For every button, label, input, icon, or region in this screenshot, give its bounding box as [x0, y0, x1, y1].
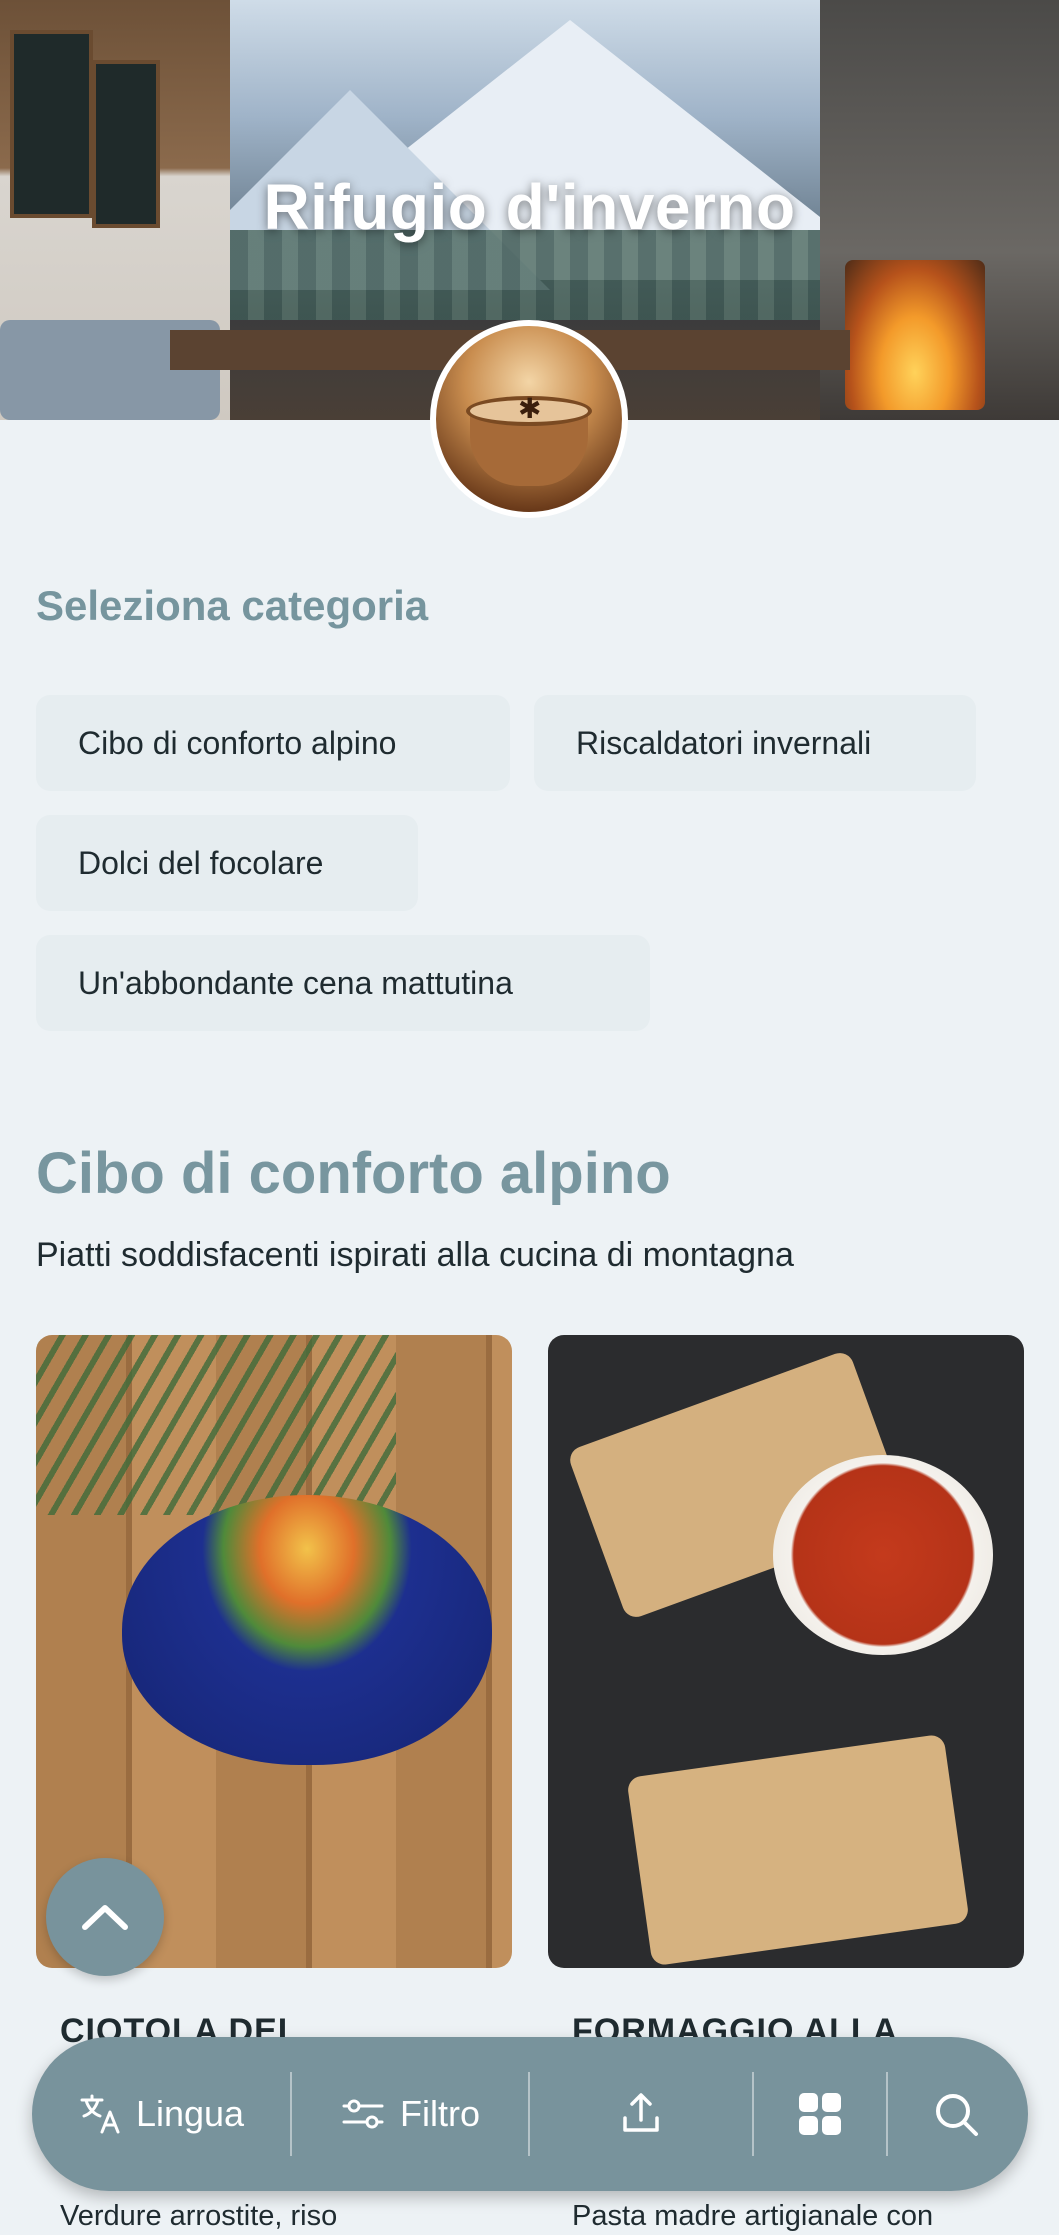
category-chip-warmers[interactable]: Riscaldatori invernali: [534, 695, 976, 791]
scroll-to-top-button[interactable]: [46, 1858, 164, 1976]
filter-button[interactable]: Filtro: [292, 2037, 528, 2191]
fireplace: [845, 260, 985, 410]
grid-view-button[interactable]: [754, 2037, 886, 2191]
vegetable-bowl-image: [122, 1495, 492, 1765]
language-label: Lingua: [135, 2093, 245, 2134]
category-subtitle: Piatti soddisfacenti ispirati alla cucin…: [36, 1236, 794, 1274]
section-heading: Seleziona categoria: [36, 582, 429, 629]
menu-item-description: Verdure arrostite, riso: [60, 2200, 338, 2232]
grid-icon: [799, 2093, 841, 2135]
category-chip-desserts[interactable]: Dolci del focolare: [36, 815, 418, 911]
share-button[interactable]: [530, 2037, 752, 2191]
filter-icon: [342, 2099, 384, 2129]
category-title: Cibo di conforto alpino: [36, 1141, 671, 1206]
menu-item-description: Pasta madre artigianale con: [572, 2200, 934, 2232]
bottom-toolbar: Lingua Filtro: [32, 2037, 1028, 2191]
filter-label: Filtro: [400, 2093, 480, 2134]
category-chip-alpine[interactable]: Cibo di conforto alpino: [36, 695, 510, 791]
menu-item-card[interactable]: [548, 1335, 1024, 1968]
star-anise-icon: ✱: [518, 393, 542, 424]
pine-branch: [36, 1335, 396, 1515]
search-icon: [936, 2094, 978, 2136]
tomato-soup-image: [773, 1455, 993, 1655]
page-title: Rifugio d'inverno: [263, 171, 796, 243]
search-button[interactable]: [888, 2037, 1024, 2191]
chevron-up-icon: [82, 1905, 128, 1930]
sandwich-image: [626, 1733, 970, 1967]
language-button[interactable]: Lingua: [32, 2037, 290, 2191]
logo-avatar: ✱: [430, 320, 628, 518]
share-icon: [623, 2093, 659, 2132]
translate-icon: [80, 2094, 120, 2134]
category-chip-breakfast[interactable]: Un'abbondante cena mattutina: [36, 935, 650, 1031]
